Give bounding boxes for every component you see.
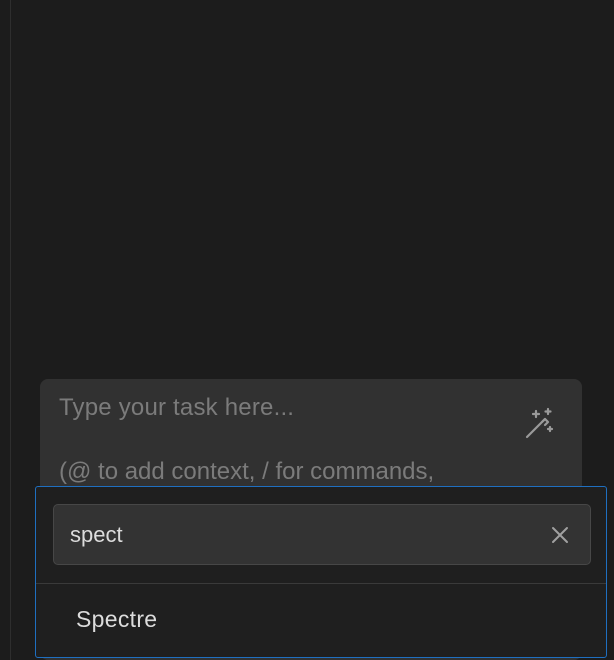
task-input-placeholder: Type your task here...: [59, 394, 295, 421]
panel-left-border: [10, 0, 11, 660]
result-item-label: Spectre: [76, 606, 158, 632]
close-icon: [552, 527, 568, 543]
mention-search-input[interactable]: [70, 505, 530, 564]
enhance-prompt-button[interactable]: [518, 404, 558, 444]
context-mention-dropdown: Spectre: [35, 486, 607, 658]
dropdown-result-item[interactable]: Spectre: [36, 584, 606, 656]
mention-search-field[interactable]: [53, 504, 591, 565]
magic-wand-icon: [525, 407, 554, 439]
clear-search-button[interactable]: [544, 519, 576, 551]
chat-panel: Type your task here... (@ to add context…: [0, 0, 614, 660]
task-input-hint: (@ to add context, / for commands,: [59, 458, 435, 485]
